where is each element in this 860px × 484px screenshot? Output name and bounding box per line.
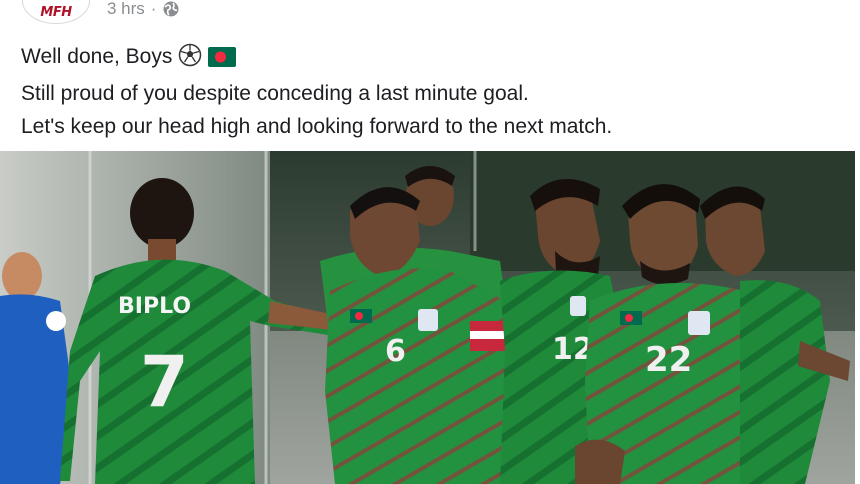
soccer-ball-icon xyxy=(178,43,202,77)
jersey-number-22: 22 xyxy=(645,340,692,380)
post-message: Well done, Boys Still proud of you despi… xyxy=(21,40,841,143)
page-avatar[interactable]: MFH xyxy=(22,0,90,24)
post-photo[interactable]: BIPLO 7 6 12 22 xyxy=(0,151,860,484)
greeting-text: Well done, Boys xyxy=(21,45,173,68)
jersey-number-7: 7 xyxy=(140,341,189,423)
post-border xyxy=(855,0,860,484)
post-text-line-1: Well done, Boys xyxy=(21,40,841,77)
post-timestamp[interactable]: 3 hrs xyxy=(107,0,145,19)
page-logo: MFH xyxy=(40,5,72,20)
post-header: MFH 3 hrs · xyxy=(0,0,860,24)
jersey-name: BIPLO xyxy=(118,294,191,319)
post-text-line-2: Still proud of you despite conceding a l… xyxy=(21,82,529,105)
jersey-number-6: 6 xyxy=(385,334,406,369)
bangladesh-flag-icon xyxy=(208,44,237,77)
team-celebration-image: BIPLO 7 6 12 22 xyxy=(0,151,860,484)
meta-separator: · xyxy=(150,0,157,18)
globe-icon[interactable] xyxy=(162,0,180,18)
post-meta: 3 hrs · xyxy=(107,0,180,19)
post-text-line-3: Let's keep our head high and looking for… xyxy=(21,115,613,138)
